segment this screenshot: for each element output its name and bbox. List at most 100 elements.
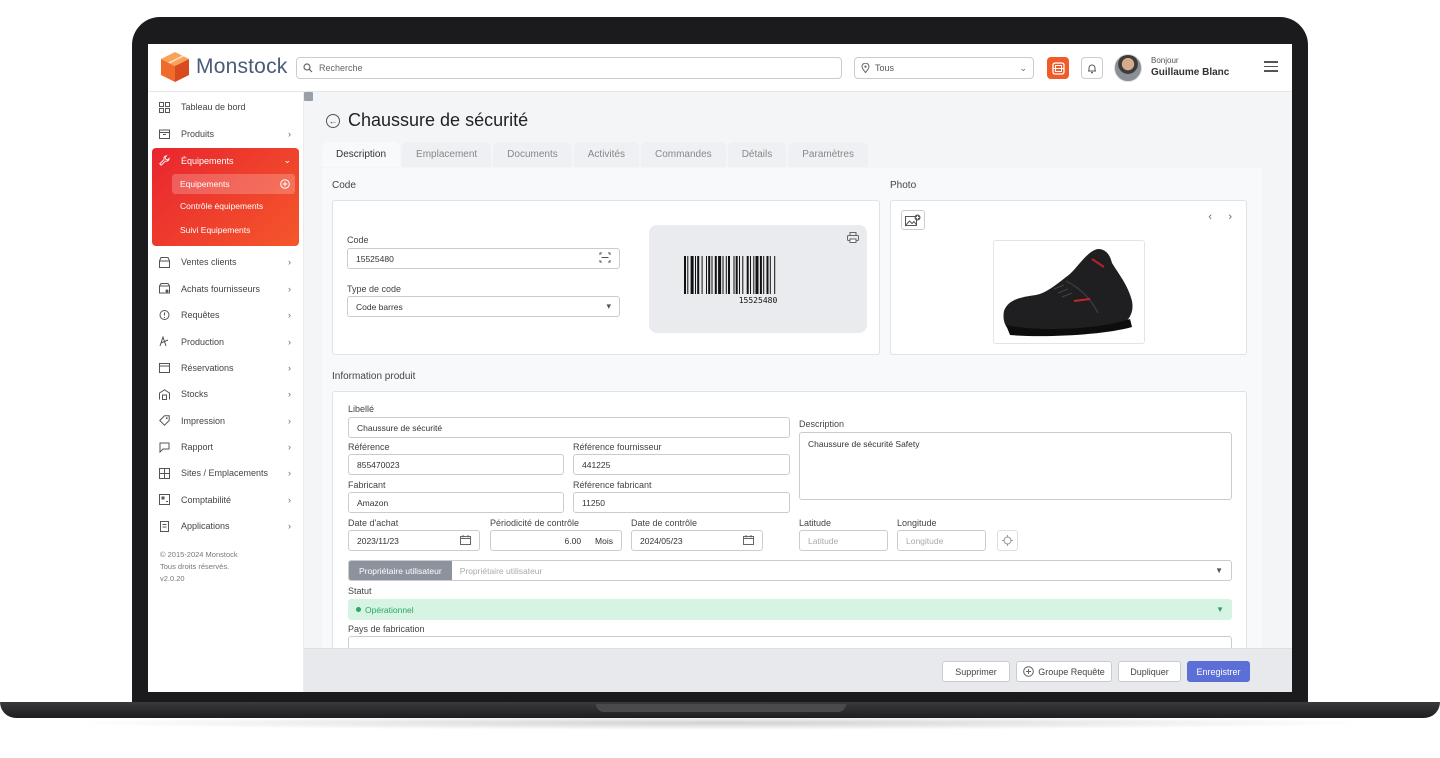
- add-photo-button[interactable]: [901, 210, 925, 230]
- code-type-select[interactable]: Code barres ▾: [347, 296, 620, 317]
- back-arrow-icon[interactable]: ←: [326, 113, 340, 128]
- barcode-bar: [695, 256, 696, 294]
- sites-icon: [158, 467, 170, 479]
- sidebar-item-warehouse[interactable]: Stocks ›: [148, 381, 303, 407]
- country-label: Pays de fabrication: [348, 624, 425, 634]
- sidebar-item-apps[interactable]: Applications ›: [148, 513, 303, 539]
- latitude-input[interactable]: Latitude: [799, 530, 888, 551]
- sidebar-item-label: Ventes clients: [181, 257, 237, 268]
- location-select[interactable]: Tous ⌄: [854, 57, 1034, 79]
- sidebar-item-sites[interactable]: Sites / Emplacements ›: [148, 460, 303, 486]
- longitude-input[interactable]: Longitude: [897, 530, 986, 551]
- tab-details[interactable]: Détails: [727, 142, 787, 167]
- chevron-left-icon[interactable]: ‹: [1208, 211, 1212, 223]
- search-bar[interactable]: [296, 57, 842, 79]
- tab-parametres[interactable]: Paramètres: [788, 142, 868, 167]
- control-date-value: 2024/05/23: [640, 535, 683, 546]
- page-header: ← Chaussure de sécurité: [326, 110, 528, 131]
- barcode-bar: [690, 256, 694, 294]
- hamburger-menu-icon[interactable]: [1264, 61, 1278, 73]
- status-label: Statut: [348, 586, 372, 596]
- photo-section-title: Photo: [890, 180, 917, 191]
- manufacturer-reference-input[interactable]: 11250: [573, 492, 790, 513]
- geolocate-button[interactable]: [997, 530, 1018, 551]
- sidebar-item-supplier[interactable]: Achats fournisseurs ›: [148, 276, 303, 302]
- calendar-icon: [158, 362, 170, 374]
- owner-select[interactable]: Propriétaire utilisateur Propriétaire ut…: [348, 560, 1232, 581]
- sidebar-item-accounting[interactable]: Comptabilité ›: [148, 487, 303, 513]
- user-avatar[interactable]: [1114, 54, 1142, 82]
- barcode-bar: [742, 256, 744, 294]
- scan-icon: [1051, 61, 1065, 75]
- purchase-date-label: Date d'achat: [348, 518, 399, 528]
- brand-logo[interactable]: Monstock: [160, 51, 287, 83]
- status-select[interactable]: Opérationnel ▼: [348, 599, 1232, 620]
- sidebar: Tableau de bord Produits › Équipements ⌄…: [148, 92, 304, 692]
- sidebar-item-report[interactable]: Rapport ›: [148, 434, 303, 460]
- add-circle-icon[interactable]: [280, 179, 290, 189]
- calendar-icon[interactable]: [460, 534, 471, 547]
- sidebar-item-calendar[interactable]: Réservations ›: [148, 355, 303, 381]
- description-panel: Code Photo Code 15525480 Type de code Co…: [322, 168, 1262, 657]
- control-date-input[interactable]: 2024/05/23: [631, 530, 763, 551]
- sidebar-item-products[interactable]: Produits ›: [148, 120, 303, 146]
- tab-activites[interactable]: Activités: [573, 142, 639, 167]
- code-input[interactable]: 15525480: [347, 248, 620, 269]
- manufacturer-input[interactable]: Amazon: [348, 492, 564, 513]
- barcode-bar: [733, 256, 735, 294]
- save-button[interactable]: Enregistrer: [1187, 661, 1250, 682]
- add-circle-icon: [1023, 666, 1035, 677]
- barcode-bar: [701, 256, 703, 294]
- chevron-right-icon[interactable]: ›: [1228, 211, 1232, 223]
- search-input[interactable]: [319, 63, 819, 73]
- tab-commandes[interactable]: Commandes: [640, 142, 726, 167]
- manufacturer-value: Amazon: [357, 497, 389, 508]
- description-textarea[interactable]: Chaussure de sécurité Safety: [799, 432, 1232, 500]
- control-period-input[interactable]: 6.00 Mois: [490, 530, 622, 551]
- box-icon: [158, 128, 170, 140]
- libelle-input[interactable]: Chaussure de sécurité: [348, 417, 790, 438]
- sidebar-subitem-controle[interactable]: Contrôle équipements: [152, 194, 299, 218]
- sidebar-subitem-equipements[interactable]: Equipements: [172, 174, 295, 195]
- barcode-bar: [766, 256, 769, 294]
- sidebar-item-dashboard[interactable]: Tableau de bord: [148, 94, 303, 120]
- sidebar-item-request[interactable]: Requêtes ›: [148, 302, 303, 328]
- scan-code-icon[interactable]: [599, 252, 611, 265]
- sidebar-subitem-suivi[interactable]: Suivi Equipements: [152, 218, 299, 242]
- print-icon[interactable]: [847, 232, 859, 243]
- barcode-bar: [687, 256, 689, 294]
- sidebar-item-tag[interactable]: Impression ›: [148, 408, 303, 434]
- barcode-bar: [759, 256, 762, 294]
- tab-description[interactable]: Description: [322, 142, 401, 167]
- chevron-right-icon: ›: [288, 362, 291, 373]
- collapse-sidebar-toggle[interactable]: [304, 92, 313, 101]
- caret-down-icon: ▼: [1215, 566, 1223, 575]
- purchase-date-input[interactable]: 2023/11/23: [348, 530, 480, 551]
- user-greeting[interactable]: Bonjour Guillaume Blanc: [1151, 56, 1229, 78]
- delete-button[interactable]: Supprimer: [942, 661, 1010, 682]
- duplicate-button[interactable]: Dupliquer: [1118, 661, 1181, 682]
- sidebar-item-equipements[interactable]: Équipements ⌄: [152, 148, 299, 174]
- sidebar-item-production[interactable]: Production ›: [148, 328, 303, 354]
- scan-button[interactable]: [1047, 57, 1069, 79]
- tab-documents[interactable]: Documents: [493, 142, 572, 167]
- reference-input[interactable]: 855470023: [348, 454, 564, 475]
- latitude-placeholder: Latitude: [808, 535, 839, 546]
- chevron-down-icon: ⌄: [283, 155, 291, 166]
- libelle-label: Libellé: [348, 404, 375, 414]
- rights-line: Tous droits réservés.: [160, 562, 230, 572]
- shoe-image: [1003, 249, 1133, 337]
- sidebar-item-store[interactable]: Ventes clients ›: [148, 249, 303, 275]
- user-name: Guillaume Blanc: [1151, 67, 1230, 78]
- calendar-icon[interactable]: [743, 534, 754, 547]
- notifications-button[interactable]: [1081, 57, 1103, 79]
- description-value: Chaussure de sécurité Safety: [808, 439, 920, 449]
- sidebar-item-label: Production: [181, 336, 225, 347]
- barcode-bar: [774, 256, 776, 294]
- barcode-bar: [697, 256, 700, 294]
- supplier-icon: [158, 283, 170, 295]
- supplier-reference-input[interactable]: 441225: [573, 454, 790, 475]
- barcode-bar: [735, 256, 738, 294]
- group-request-button[interactable]: Groupe Requête: [1016, 661, 1112, 682]
- tab-emplacement[interactable]: Emplacement: [402, 142, 492, 167]
